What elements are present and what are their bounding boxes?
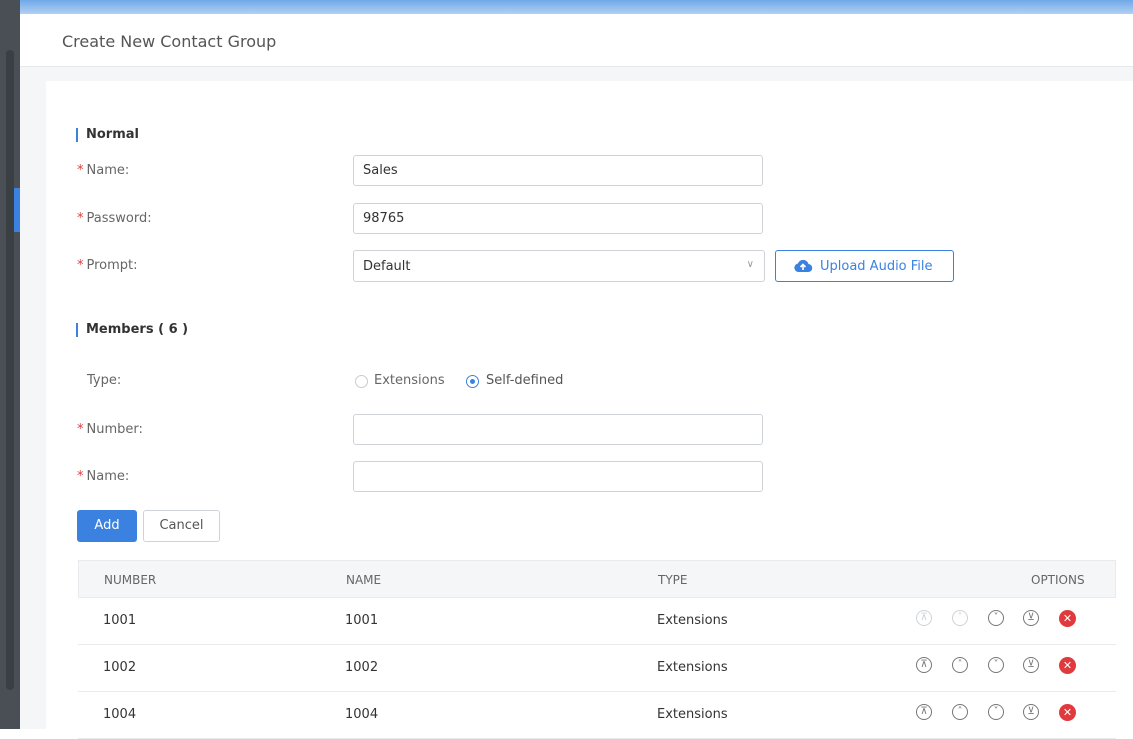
page-header: Create New Contact Group — [20, 14, 1133, 67]
prompt-select-value: Default — [363, 259, 411, 274]
move-down-icon[interactable]: ˅ — [988, 704, 1004, 720]
add-button[interactable]: Add — [77, 510, 137, 542]
radio-self-defined-label[interactable]: Self-defined — [486, 373, 563, 388]
cell-type: Extensions — [657, 613, 728, 628]
move-to-bottom-icon[interactable]: ⊻ — [1023, 704, 1039, 720]
required-marker: * — [77, 469, 84, 484]
sidebar-strip — [0, 0, 20, 729]
table-row: 1004 1004 Extensions ⊼ ˄ ˅ ⊻ ✕ — [78, 692, 1116, 739]
radio-self-defined[interactable] — [466, 375, 479, 388]
number-label: * Number: — [77, 422, 143, 437]
type-label: Type: — [87, 373, 122, 388]
prompt-select[interactable]: Default ∨ — [353, 250, 765, 282]
move-down-icon[interactable]: ˅ — [988, 657, 1004, 673]
move-to-top-icon: ⊼ — [916, 610, 932, 626]
required-marker: * — [77, 211, 84, 226]
cell-name: 1001 — [345, 613, 379, 628]
cell-type: Extensions — [657, 660, 728, 675]
move-up-icon: ˄ — [952, 610, 968, 626]
radio-extensions[interactable] — [355, 375, 368, 388]
upload-audio-file-button[interactable]: Upload Audio File — [775, 250, 954, 282]
cloud-upload-icon — [793, 259, 813, 277]
move-to-bottom-icon[interactable]: ⊻ — [1023, 610, 1039, 626]
cell-type: Extensions — [657, 707, 728, 722]
move-to-bottom-icon[interactable]: ⊻ — [1023, 657, 1039, 673]
move-up-icon[interactable]: ˄ — [952, 704, 968, 720]
name-input[interactable] — [353, 155, 763, 186]
password-input[interactable] — [353, 203, 763, 234]
move-to-top-icon[interactable]: ⊼ — [916, 657, 932, 673]
password-label: * Password: — [77, 211, 152, 226]
cell-name: 1002 — [345, 660, 379, 675]
cell-number: 1001 — [103, 613, 137, 628]
cancel-button[interactable]: Cancel — [143, 510, 220, 542]
members-table: NUMBER NAME TYPE OPTIONS 1001 1001 Exten… — [78, 560, 1116, 739]
row-options: ⊼ ˄ ˅ ⊻ ✕ — [916, 610, 1086, 630]
radio-extensions-label[interactable]: Extensions — [374, 373, 445, 388]
header-number: NUMBER — [104, 573, 157, 587]
cell-number: 1004 — [103, 707, 137, 722]
required-marker: * — [77, 422, 84, 437]
name-label: * Name: — [77, 163, 130, 178]
prompt-label: * Prompt: — [77, 258, 138, 273]
section-members-title: Members ( 6 ) — [76, 323, 188, 337]
required-marker: * — [77, 163, 84, 178]
required-marker: * — [77, 258, 84, 273]
upload-audio-file-label: Upload Audio File — [820, 259, 933, 274]
move-to-top-icon[interactable]: ⊼ — [916, 704, 932, 720]
delete-icon[interactable]: ✕ — [1059, 657, 1076, 674]
form-card: Normal *Name: *Password: *Prompt: Defaul… — [46, 81, 1133, 739]
chevron-down-icon: ∨ — [746, 259, 754, 270]
table-row: 1001 1001 Extensions ⊼ ˄ ˅ ⊻ ✕ — [78, 598, 1116, 645]
row-options: ⊼ ˄ ˅ ⊻ ✕ — [916, 657, 1086, 677]
number-input[interactable] — [353, 414, 763, 445]
page: Create New Contact Group Normal *Name: *… — [20, 14, 1133, 739]
cell-name: 1004 — [345, 707, 379, 722]
row-options: ⊼ ˄ ˅ ⊻ ✕ — [916, 704, 1086, 724]
member-name-input[interactable] — [353, 461, 763, 492]
table-row: 1002 1002 Extensions ⊼ ˄ ˅ ⊻ ✕ — [78, 645, 1116, 692]
header-name: NAME — [346, 573, 382, 587]
delete-icon[interactable]: ✕ — [1059, 610, 1076, 627]
move-up-icon[interactable]: ˄ — [952, 657, 968, 673]
header-type: TYPE — [658, 573, 688, 587]
section-normal-title: Normal — [76, 128, 139, 142]
table-header: NUMBER NAME TYPE OPTIONS — [78, 560, 1116, 598]
sidebar-scrollbar[interactable] — [6, 50, 14, 690]
page-title: Create New Contact Group — [62, 32, 277, 51]
move-down-icon[interactable]: ˅ — [988, 610, 1004, 626]
header-options: OPTIONS — [1031, 573, 1085, 587]
cell-number: 1002 — [103, 660, 137, 675]
delete-icon[interactable]: ✕ — [1059, 704, 1076, 721]
member-name-label: * Name: — [77, 469, 130, 484]
